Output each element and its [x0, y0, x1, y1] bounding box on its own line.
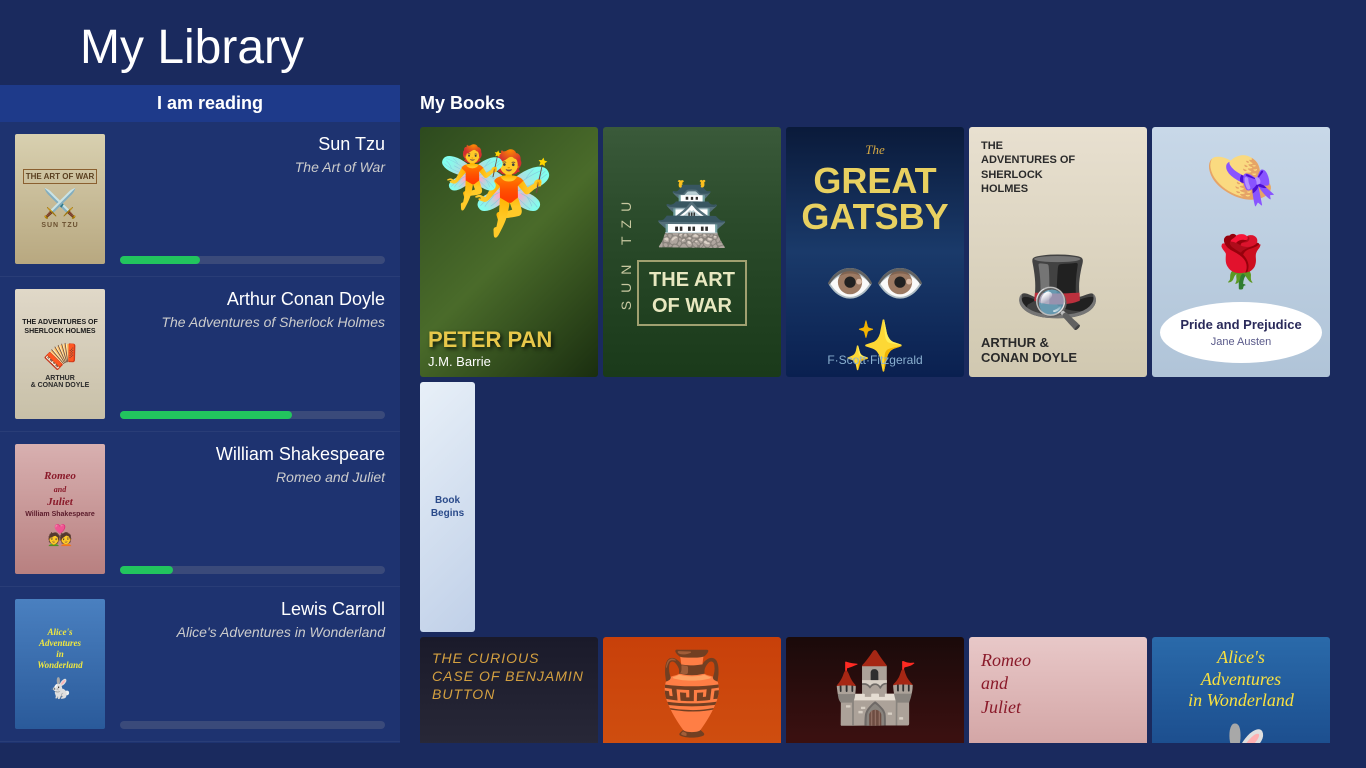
book-thumb-art-of-war: THE ART OF WAR ⚔️ SUN TZU [15, 134, 105, 264]
reading-item-art-of-war[interactable]: THE ART OF WAR ⚔️ SUN TZU Sun Tzu The Ar… [0, 122, 400, 277]
reading-title-romeo: Romeo and Juliet [120, 469, 385, 485]
progress-bar-container-alice [120, 721, 385, 729]
reading-item-romeo[interactable]: RomeoandJuliet William Shakespeare 💑 Wil… [0, 432, 400, 587]
reading-author-romeo: William Shakespeare [120, 444, 385, 465]
reading-title-art-of-war: The Art of War [120, 159, 385, 175]
kama-sutra-art: 🏺 [642, 647, 742, 741]
book-cover-benjamin-button[interactable]: THE CURIOUS CASE OF BENJAMIN BUTTON ⏰ FI… [420, 637, 598, 743]
books-row-2: THE CURIOUS CASE OF BENJAMIN BUTTON ⏰ FI… [420, 637, 1346, 743]
sherlock-author: ARTHUR &CONAN DOYLE [981, 335, 1077, 365]
book-thumb-alice: Alice'sAdventuresinWonderland 🐇 [15, 599, 105, 729]
book-cover-pride-prejudice[interactable]: 👒 🌹 Pride and Prejudice Jane Austen [1152, 127, 1330, 377]
dracula-castle: 🏰 [831, 647, 918, 729]
alice-title: Alice'sAdventuresin Wonderland [1188, 647, 1294, 712]
book-thumb-romeo: RomeoandJuliet William Shakespeare 💑 [15, 444, 105, 574]
book-title-peter-pan: PETER PAN [428, 328, 590, 352]
sherlock-title: THEADVENTURES OFSHERLOCKHOLMES [981, 139, 1075, 196]
benjamin-button-title: THE CURIOUS CASE OF BENJAMIN BUTTON [432, 649, 586, 704]
book-cover-sherlock[interactable]: THEADVENTURES OFSHERLOCKHOLMES 🎩 🔍 ARTHU… [969, 127, 1147, 377]
book-cover-alice[interactable]: Alice'sAdventuresin Wonderland 🐇 🃏 Lewis… [1152, 637, 1330, 743]
book-thumb-sherlock: THE ADVENTURES OF SHERLOCK HOLMES 🪗 ARTH… [15, 289, 105, 419]
art-of-war-vertical-text: SUN TZU [618, 194, 634, 310]
partial-book-text: BookBegins [431, 494, 464, 520]
reading-item-alice[interactable]: Alice'sAdventuresinWonderland 🐇 Lewis Ca… [0, 587, 400, 742]
reading-author-art-of-war: Sun Tzu [120, 134, 385, 155]
reading-author-sherlock: Arthur Conan Doyle [120, 289, 385, 310]
book-cover-peter-pan[interactable]: 🧚 PETER PAN J.M. Barrie [420, 127, 598, 377]
gatsby-eyes: 👁️👁️ [825, 260, 925, 307]
reading-title-alice: Alice's Adventures in Wonderland [120, 624, 385, 640]
book-cover-dracula[interactable]: 🏰 🦇 Dracula Bram Stoker [786, 637, 964, 743]
main-container: I am reading THE ART OF WAR ⚔️ SUN TZU S… [0, 85, 1366, 743]
main-content: My Books 🧚 PETER PAN J.M. Barrie SUN TZU… [400, 85, 1366, 743]
gatsby-the: The [865, 142, 885, 158]
book-cover-kama-sutra[interactable]: 🏺 THE KAMA SUTRAVATSYAYANA [603, 637, 781, 743]
my-books-header: My Books [420, 85, 1346, 122]
progress-bar-sherlock [120, 411, 292, 419]
pride-prejudice-oval: Pride and Prejudice Jane Austen [1160, 302, 1321, 363]
sidebar: I am reading THE ART OF WAR ⚔️ SUN TZU S… [0, 85, 400, 743]
reading-info-alice: Lewis Carroll Alice's Adventures in Wond… [120, 599, 385, 729]
progress-bar-container-sherlock [120, 411, 385, 419]
progress-bar-romeo [120, 566, 173, 574]
progress-bar-art-of-war [120, 256, 200, 264]
art-of-war-icon: 🏯 [655, 179, 730, 250]
reading-info-romeo: William Shakespeare Romeo and Juliet [120, 444, 385, 574]
reading-title-sherlock: The Adventures of Sherlock Holmes [120, 314, 385, 330]
sidebar-header: I am reading [0, 85, 400, 122]
art-of-war-title-block: THE ARTOF WAR [637, 260, 747, 326]
book-cover-partial[interactable]: BookBegins [420, 382, 475, 632]
progress-bar-container-art-of-war [120, 256, 385, 264]
reading-item-sherlock[interactable]: THE ADVENTURES OF SHERLOCK HOLMES 🪗 ARTH… [0, 277, 400, 432]
reading-author-alice: Lewis Carroll [120, 599, 385, 620]
book-cover-romeo-juliet[interactable]: RomeoandJuliet 💑 William Shakespeare [969, 637, 1147, 743]
book-cover-great-gatsby[interactable]: The GREATGATSBY 👁️👁️ ✨ F·Scott·Fitzgeral… [786, 127, 964, 377]
pride-prejudice-author: Jane Austen [1180, 336, 1301, 348]
book-author-peter-pan: J.M. Barrie [428, 354, 590, 369]
pride-prejudice-title: Pride and Prejudice [1180, 317, 1301, 332]
gatsby-author: F·Scott·Fitzgerald [827, 353, 922, 367]
reading-info-sherlock: Arthur Conan Doyle The Adventures of She… [120, 289, 385, 419]
book-cover-art-of-war[interactable]: SUN TZU 🏯 THE ARTOF WAR [603, 127, 781, 377]
romeo-juliet-title: RomeoandJuliet [981, 649, 1031, 719]
art-of-war-title: THE ARTOF WAR [637, 260, 747, 326]
reading-info-art-of-war: Sun Tzu The Art of War [120, 134, 385, 264]
pride-prejudice-scene: 👒 [1204, 142, 1279, 213]
page-title: My Library [0, 0, 1366, 85]
alice-scene: 🐇 [1197, 722, 1284, 743]
gatsby-main-title: GREATGATSBY [801, 163, 948, 235]
books-row-1: 🧚 PETER PAN J.M. Barrie SUN TZU 🏯 THE AR… [420, 127, 1346, 632]
progress-bar-container-romeo [120, 566, 385, 574]
